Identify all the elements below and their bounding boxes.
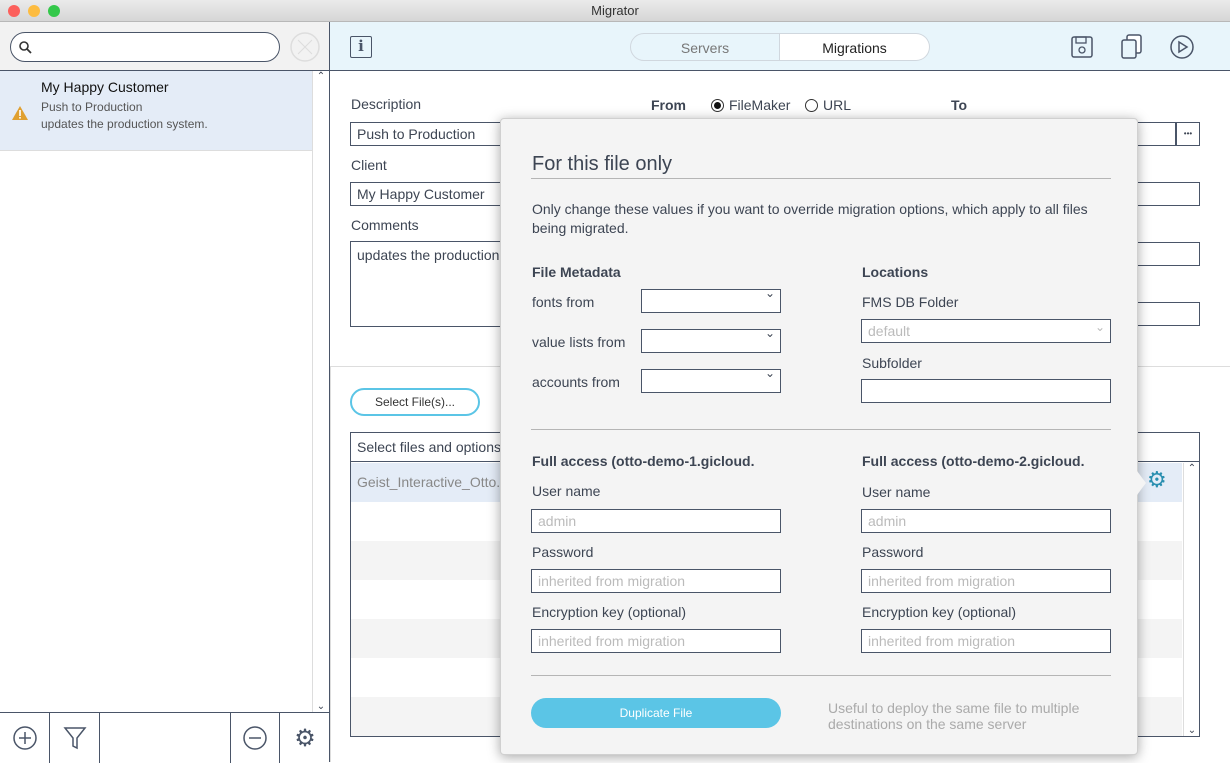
search-icon	[19, 41, 32, 54]
right-user-label: User name	[862, 484, 931, 500]
add-button[interactable]	[0, 713, 50, 763]
tab-migrations[interactable]: Migrations	[780, 33, 930, 61]
left-key-input[interactable]: inherited from migration	[531, 629, 781, 653]
sidebar-scrollbar[interactable]: ⌃ ⌄	[312, 71, 329, 712]
accounts-from-label: accounts from	[532, 374, 620, 390]
remove-button[interactable]	[230, 713, 280, 763]
sidebar-bottom-toolbar: ⚙	[0, 712, 330, 763]
url-option-label: URL	[823, 97, 852, 113]
close-window-button[interactable]	[8, 5, 20, 17]
zoom-window-button[interactable]	[48, 5, 60, 17]
divider	[531, 675, 1111, 676]
sidebar: My Happy Customer Push to Production upd…	[0, 22, 330, 763]
item-detail: updates the production system.	[41, 117, 208, 131]
filter-button[interactable]	[50, 713, 100, 763]
select-files-button[interactable]: Select File(s)...	[350, 388, 480, 416]
left-password-label: Password	[532, 544, 594, 560]
left-key-label: Encryption key (optional)	[532, 604, 687, 620]
title-bar: Migrator	[0, 0, 1230, 22]
from-url-radio[interactable]: URL	[805, 97, 851, 113]
duplicate-icon[interactable]	[1121, 34, 1143, 60]
value-lists-from-select[interactable]	[641, 326, 781, 353]
right-key-label: Encryption key (optional)	[862, 604, 1017, 620]
search-input[interactable]	[10, 32, 280, 62]
main-toolbar: i Servers Migrations	[330, 22, 1230, 71]
save-icon[interactable]	[1071, 36, 1093, 58]
file-options-popover: For this file only Only change these val…	[500, 118, 1146, 755]
locations-title: Locations	[862, 264, 929, 280]
value-lists-from-label: value lists from	[532, 334, 626, 350]
fms-folder-select[interactable]: default	[861, 316, 1111, 343]
minimize-window-button[interactable]	[28, 5, 40, 17]
from-label: From	[651, 97, 686, 113]
popover-title: For this file only	[532, 153, 673, 175]
gear-icon: ⚙	[294, 724, 316, 752]
right-password-input[interactable]: inherited from migration	[861, 569, 1111, 593]
filemaker-option-label: FileMaker	[729, 97, 791, 113]
divider	[531, 178, 1111, 179]
left-user-label: User name	[532, 483, 601, 499]
search-bar	[0, 22, 329, 71]
gear-icon[interactable]: ⚙	[1147, 467, 1167, 493]
description-label: Description	[351, 96, 422, 112]
list-item[interactable]: My Happy Customer Push to Production upd…	[0, 71, 312, 151]
window-title: Migrator	[591, 3, 639, 18]
more-button[interactable]: •••	[1176, 122, 1200, 146]
file-name: Geist_Interactive_Otto.	[357, 474, 501, 490]
fonts-from-label: fonts from	[532, 294, 595, 310]
subfolder-input[interactable]	[861, 379, 1111, 403]
item-title: My Happy Customer	[41, 79, 169, 95]
tab-servers[interactable]: Servers	[630, 33, 780, 61]
popover-intro: Only change these values if you want to …	[532, 201, 1088, 236]
left-password-input[interactable]: inherited from migration	[531, 569, 781, 593]
from-filemaker-radio[interactable]: FileMaker	[711, 97, 790, 113]
comments-label: Comments	[351, 217, 419, 233]
info-icon[interactable]: i	[350, 36, 372, 58]
minus-icon	[243, 726, 267, 750]
duplicate-file-button[interactable]: Duplicate File	[531, 698, 781, 728]
subfolder-label: Subfolder	[862, 355, 922, 371]
fonts-from-select[interactable]	[641, 286, 781, 313]
client-label: Client	[351, 157, 387, 173]
right-access-title: Full access (otto-demo-2.gicloud.	[862, 453, 1085, 469]
right-user-input[interactable]: admin	[861, 509, 1111, 533]
left-user-input[interactable]: admin	[531, 509, 781, 533]
metadata-title: File Metadata	[532, 264, 621, 280]
divider	[531, 429, 1111, 430]
fms-folder-label: FMS DB Folder	[862, 294, 959, 310]
table-scrollbar[interactable]: ⌃ ⌄	[1183, 463, 1200, 736]
warning-icon	[12, 106, 28, 120]
popover-arrow	[1137, 471, 1146, 495]
clear-search-icon[interactable]	[290, 32, 320, 62]
duplicate-help-text: Useful to deploy the same file to multip…	[828, 700, 1080, 732]
right-password-label: Password	[862, 544, 924, 560]
accounts-from-select[interactable]	[641, 366, 781, 393]
item-subtitle: Push to Production	[41, 100, 143, 114]
right-key-input[interactable]: inherited from migration	[861, 629, 1111, 653]
play-icon[interactable]	[1170, 35, 1194, 59]
settings-button[interactable]: ⚙	[280, 713, 330, 763]
filter-icon	[62, 727, 87, 750]
to-label: To	[951, 97, 968, 113]
plus-icon	[12, 726, 37, 750]
left-access-title: Full access (otto-demo-1.gicloud.	[532, 453, 755, 469]
